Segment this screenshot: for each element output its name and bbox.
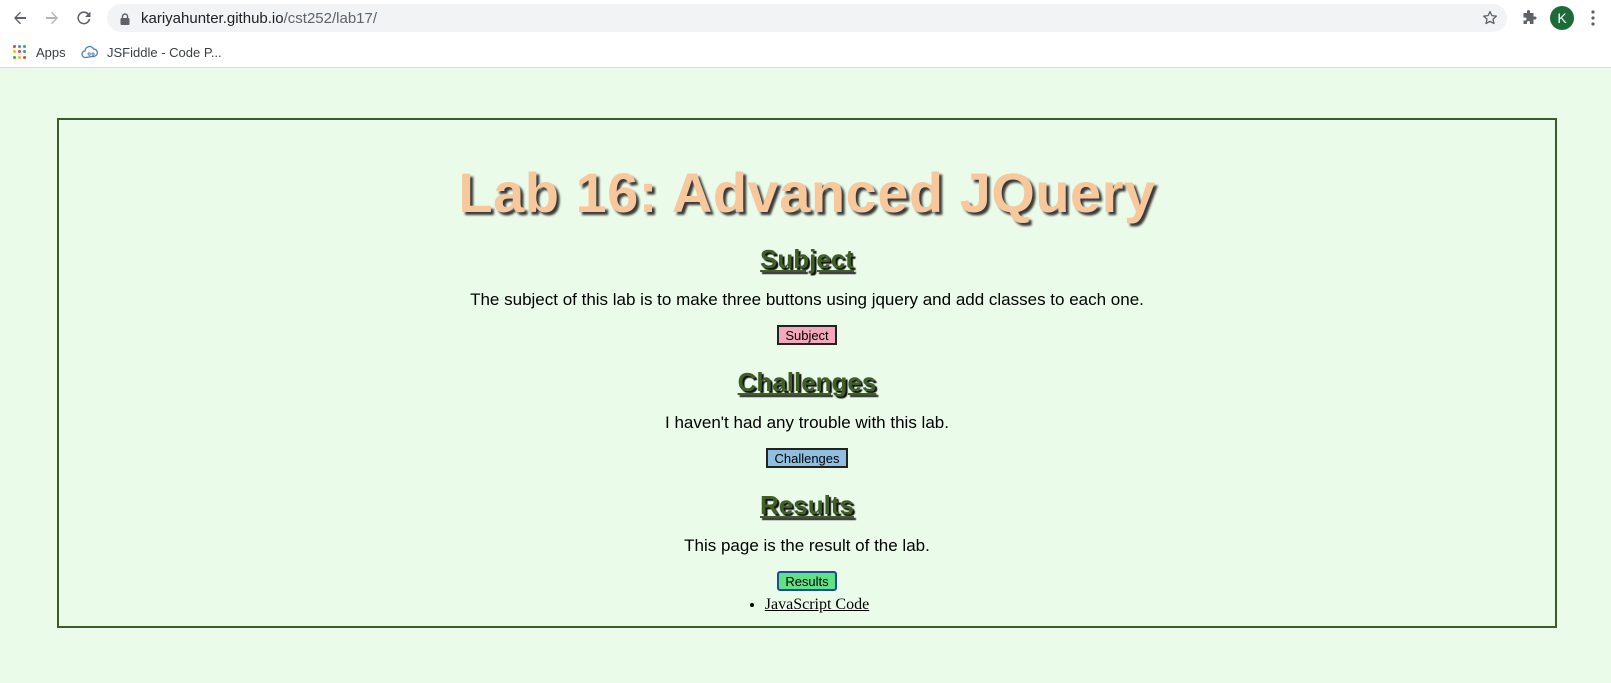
subject-button[interactable]: Subject bbox=[777, 325, 837, 345]
bookmarks-bar: Apps JSFiddle - Code P... bbox=[0, 36, 1611, 68]
bookmark-apps-label: Apps bbox=[36, 44, 66, 60]
challenges-button-row: Challenges bbox=[59, 448, 1555, 468]
challenges-button[interactable]: Challenges bbox=[766, 448, 848, 468]
address-bar[interactable]: kariyahunter.github.io/cst252/lab17/ bbox=[107, 4, 1507, 32]
results-button[interactable]: Results bbox=[777, 571, 837, 591]
subject-heading: Subject bbox=[760, 244, 854, 274]
profile-avatar[interactable]: K bbox=[1550, 6, 1574, 30]
list-item: JavaScript Code bbox=[765, 596, 869, 614]
url-domain: kariyahunter.github.io bbox=[141, 10, 284, 27]
url-path: /cst252/lab17/ bbox=[283, 10, 378, 27]
lock-icon[interactable] bbox=[119, 12, 131, 25]
cloud-icon bbox=[81, 45, 98, 59]
subject-button-row: Subject bbox=[59, 325, 1555, 345]
results-text: This page is the result of the lab. bbox=[684, 536, 930, 555]
kebab-menu-icon[interactable] bbox=[1582, 6, 1604, 30]
challenges-heading: Challenges bbox=[737, 367, 877, 397]
puzzle-icon[interactable] bbox=[1517, 6, 1541, 30]
javascript-code-link[interactable]: JavaScript Code bbox=[765, 596, 869, 613]
content-frame: Lab 16: Advanced JQuery Subject The subj… bbox=[57, 118, 1557, 628]
url-text: kariyahunter.github.io/cst252/lab17/ bbox=[141, 10, 377, 27]
results-button-row: Results bbox=[59, 571, 1555, 591]
page-title: Lab 16: Advanced JQuery bbox=[458, 161, 1156, 224]
bookmark-apps[interactable]: Apps bbox=[13, 42, 66, 62]
results-heading: Results bbox=[760, 490, 854, 520]
back-arrow-icon[interactable] bbox=[8, 6, 32, 30]
star-icon[interactable] bbox=[1479, 7, 1501, 29]
link-list: JavaScript Code bbox=[59, 596, 1555, 614]
bookmark-jsfiddle-label: JSFiddle - Code P... bbox=[107, 44, 222, 60]
forward-arrow-icon[interactable] bbox=[40, 6, 64, 30]
bookmark-jsfiddle[interactable]: JSFiddle - Code P... bbox=[81, 42, 222, 62]
apps-grid-icon bbox=[13, 45, 27, 59]
reload-icon[interactable] bbox=[72, 6, 96, 30]
challenges-text: I haven't had any trouble with this lab. bbox=[665, 413, 949, 432]
browser-toolbar: kariyahunter.github.io/cst252/lab17/ K bbox=[0, 0, 1611, 36]
subject-text: The subject of this lab is to make three… bbox=[470, 290, 1144, 309]
